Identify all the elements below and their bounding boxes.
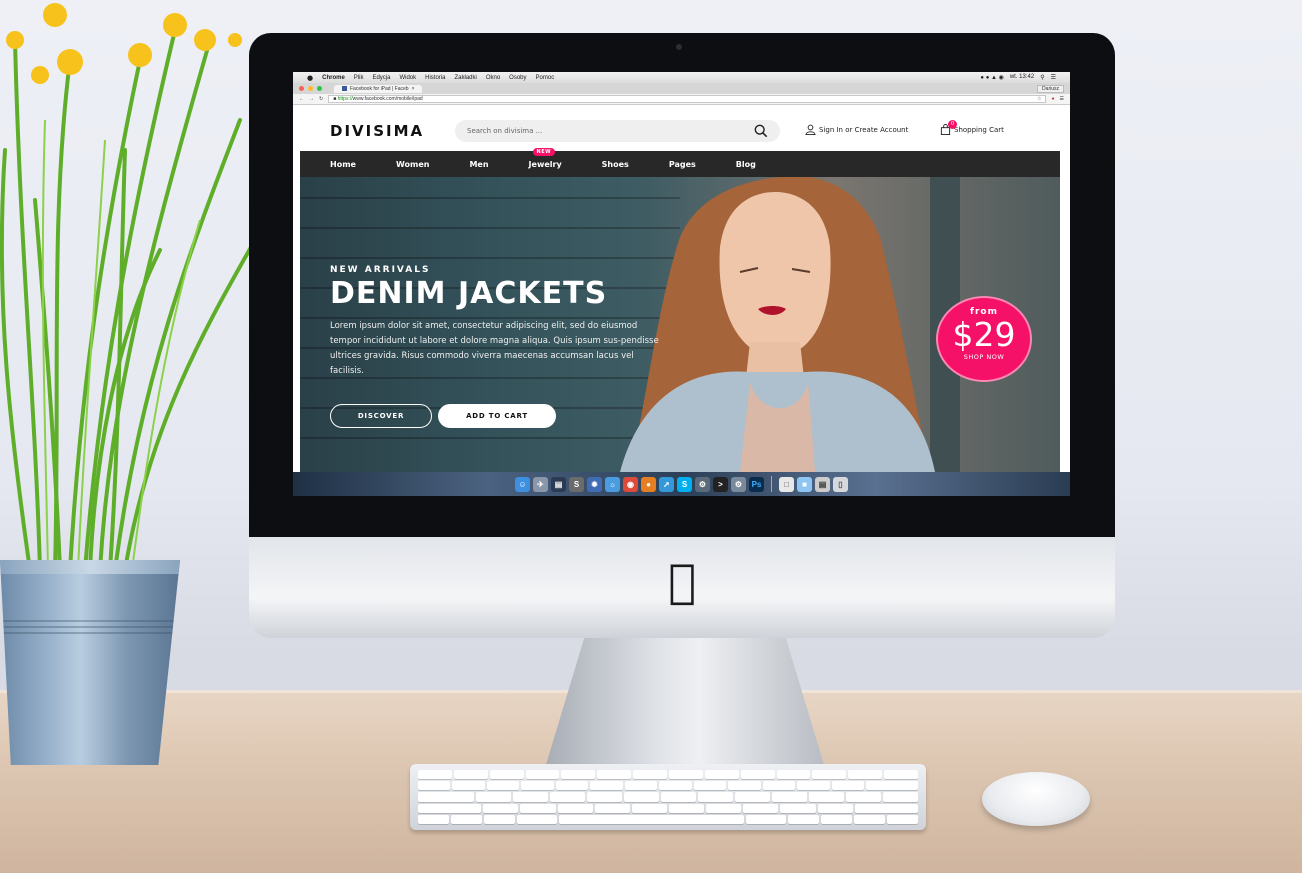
new-badge: NEW bbox=[532, 147, 556, 156]
hero-banner: NEW ARRIVALS DENIM JACKETS Lorem ipsum d… bbox=[300, 177, 1060, 472]
compass-icon[interactable]: ➚ bbox=[659, 476, 674, 492]
menu-item[interactable]: Historia bbox=[425, 75, 445, 81]
chrome-menu-icon[interactable]: ☰ bbox=[1060, 96, 1064, 102]
nav-pages[interactable]: Pages bbox=[669, 160, 696, 169]
menubar-clock[interactable]: wt. 13:42 bbox=[1010, 74, 1034, 81]
sign-in-label: Sign In or Create Account bbox=[819, 125, 909, 134]
reload-icon[interactable]: ↻ bbox=[319, 96, 323, 102]
menu-item[interactable]: Plik bbox=[354, 75, 364, 81]
list-icon[interactable]: ☰ bbox=[1051, 74, 1056, 81]
utility-icon[interactable]: ⚙ bbox=[695, 476, 710, 492]
shop-now-link[interactable]: SHOP NOW bbox=[938, 353, 1030, 361]
spotlight-icon[interactable]: ⚲ bbox=[1040, 74, 1044, 81]
potted-plant bbox=[0, 0, 260, 770]
user-icon bbox=[805, 124, 816, 135]
minimize-window-icon[interactable] bbox=[308, 86, 313, 91]
discover-button[interactable]: DISCOVER bbox=[330, 404, 432, 428]
url-scheme: https:// bbox=[337, 96, 353, 102]
url-text: www.facebook.com/mobile/ipad bbox=[352, 96, 423, 102]
document-icon[interactable]: □ bbox=[779, 476, 794, 492]
site-logo[interactable]: DIVISIMA bbox=[330, 122, 424, 140]
firefox-icon[interactable]: ● bbox=[641, 476, 656, 492]
close-tab-icon[interactable]: × bbox=[412, 86, 415, 92]
app-store-icon[interactable]: S bbox=[569, 476, 584, 492]
menu-item[interactable]: Okno bbox=[486, 75, 500, 81]
downloads-icon[interactable]: ▤ bbox=[815, 476, 830, 492]
facebook-favicon-icon bbox=[342, 86, 347, 91]
screen: ● Chrome Plik Edycja Widok Historia Zakł… bbox=[293, 72, 1070, 496]
apple-menu-icon[interactable]: ● bbox=[307, 74, 313, 82]
menu-item[interactable]: Zakładki bbox=[454, 75, 476, 81]
back-icon[interactable]: ← bbox=[299, 96, 304, 102]
status-icons[interactable]: ● ● ▲ ◉ bbox=[980, 74, 1003, 81]
nav-shoes[interactable]: Shoes bbox=[602, 160, 629, 169]
search-input[interactable]: Search on divisima ... bbox=[455, 120, 780, 142]
extension-icon[interactable]: ● bbox=[1051, 96, 1054, 102]
sign-in-link[interactable]: Sign In or Create Account bbox=[805, 124, 908, 135]
add-to-cart-button[interactable]: ADD TO CART bbox=[438, 404, 556, 428]
zoom-window-icon[interactable] bbox=[317, 86, 322, 91]
terminal-icon[interactable]: > bbox=[713, 476, 728, 492]
star-icon[interactable]: ☆ bbox=[1037, 96, 1041, 102]
hero-body: Lorem ipsum dolor sit amet, consectetur … bbox=[330, 321, 659, 376]
imac-stand bbox=[545, 638, 825, 768]
browser-tab[interactable]: Facebook for iPad | Faceb × bbox=[334, 84, 423, 93]
skype-icon[interactable]: S bbox=[677, 476, 692, 492]
dock-separator bbox=[771, 476, 772, 492]
main-nav: Home Women Men NEW Jewelry Shoes Pages B… bbox=[300, 147, 1060, 177]
photoshop-icon[interactable]: Ps bbox=[749, 476, 764, 492]
forward-icon[interactable]: → bbox=[309, 96, 314, 102]
safari-icon[interactable]: ☼ bbox=[605, 476, 620, 492]
trash-icon[interactable]: ▯ bbox=[833, 476, 848, 492]
site-header: DIVISIMA Search on divisima ... Sign In … bbox=[300, 112, 1060, 151]
mac-menubar: ● Chrome Plik Edycja Widok Historia Zakł… bbox=[293, 72, 1070, 83]
mission-control-icon[interactable]: ▤ bbox=[551, 476, 566, 492]
shopping-cart-link[interactable]: 0 Shopping Cart bbox=[940, 120, 1004, 135]
keyboard bbox=[410, 764, 926, 830]
cart-label: Shopping Cart bbox=[954, 125, 1004, 134]
hero-kicker: NEW ARRIVALS bbox=[330, 265, 431, 275]
menu-item[interactable]: Pomoc bbox=[536, 75, 555, 81]
address-bar-row: ← → ↻ ■ https:// www.facebook.com/mobile… bbox=[293, 94, 1070, 105]
camera-icon bbox=[676, 44, 682, 50]
nav-blog[interactable]: Blog bbox=[736, 160, 756, 169]
finder-icon[interactable]: ☺ bbox=[515, 476, 530, 492]
nav-women[interactable]: Women bbox=[396, 160, 430, 169]
cart-count-badge: 0 bbox=[948, 120, 957, 129]
search-icon[interactable] bbox=[754, 124, 768, 138]
folder-icon[interactable]: ■ bbox=[797, 476, 812, 492]
hero-copy: NEW ARRIVALS DENIM JACKETS Lorem ipsum d… bbox=[330, 265, 670, 379]
nav-jewelry[interactable]: NEW Jewelry bbox=[528, 147, 562, 169]
system-icon[interactable]: ✹ bbox=[587, 476, 602, 492]
hero-headline: DENIM JACKETS bbox=[330, 276, 608, 311]
daffodil-leaves bbox=[0, 3, 257, 572]
price-badge[interactable]: from $29 SHOP NOW bbox=[936, 296, 1032, 382]
browser-tab-bar: Facebook for iPad | Faceb × Dariusz bbox=[293, 83, 1070, 94]
profile-button[interactable]: Dariusz bbox=[1037, 84, 1064, 93]
price-value: $29 bbox=[952, 315, 1016, 354]
chrome-icon[interactable]: ◉ bbox=[623, 476, 638, 492]
launchpad-icon[interactable]: ✈ bbox=[533, 476, 548, 492]
tab-title: Facebook for iPad | Faceb bbox=[350, 85, 409, 92]
metal-pot bbox=[0, 560, 180, 765]
mac-dock: ☺ ✈ ▤ S ✹ ☼ ◉ ● ➚ S ⚙ > ⚙ Ps □ ■ ▤ ▯ bbox=[293, 472, 1070, 496]
menu-item[interactable]: Osoby bbox=[509, 75, 526, 81]
menu-app-name[interactable]: Chrome bbox=[322, 75, 345, 81]
menu-item[interactable]: Widok bbox=[399, 75, 416, 81]
url-field[interactable]: ■ https:// www.facebook.com/mobile/ipad … bbox=[328, 95, 1047, 103]
apple-logo-icon:  bbox=[661, 556, 703, 606]
close-window-icon[interactable] bbox=[299, 86, 304, 91]
nav-men[interactable]: Men bbox=[469, 160, 488, 169]
settings-icon[interactable]: ⚙ bbox=[731, 476, 746, 492]
search-placeholder: Search on divisima ... bbox=[467, 127, 543, 135]
nav-home[interactable]: Home bbox=[330, 160, 356, 169]
mouse bbox=[982, 772, 1090, 826]
nav-jewelry-label: Jewelry bbox=[528, 159, 562, 169]
menu-item[interactable]: Edycja bbox=[372, 75, 390, 81]
